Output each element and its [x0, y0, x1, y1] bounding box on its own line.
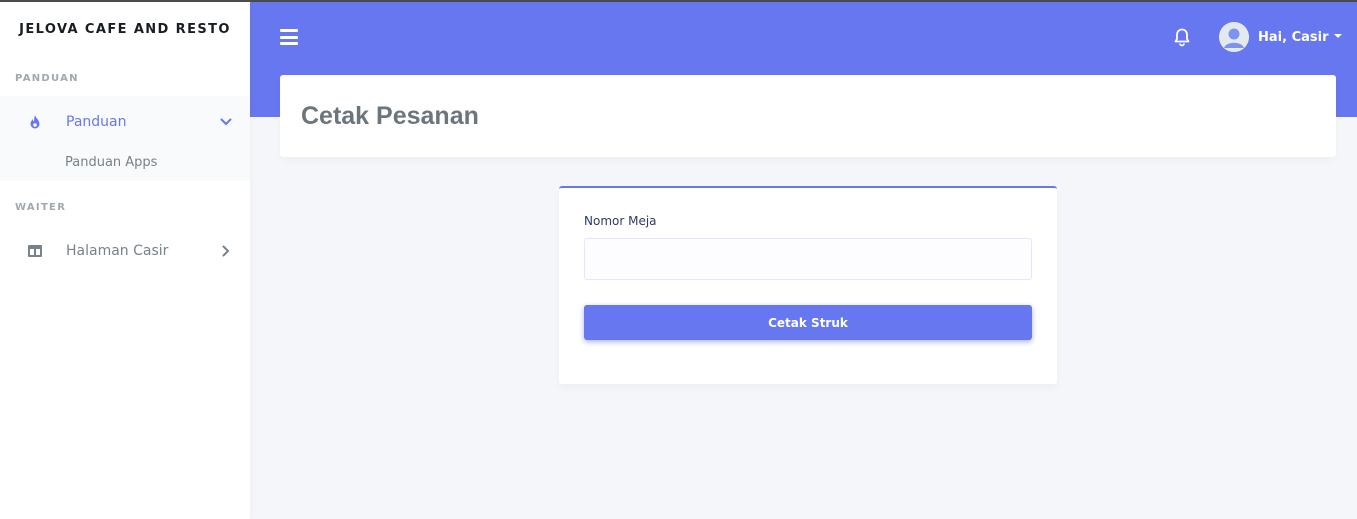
table-number-label: Nomor Meja [584, 214, 657, 228]
print-order-card: Nomor Meja Cetak Struk [559, 186, 1057, 384]
columns-icon [27, 243, 43, 259]
user-dropdown[interactable]: Hai, Casir [1219, 22, 1342, 52]
chevron-down-icon [219, 115, 233, 129]
print-receipt-button[interactable]: Cetak Struk [584, 305, 1032, 340]
sidebar-subitem-panduan-apps[interactable]: Panduan Apps [65, 155, 157, 170]
fire-icon [27, 114, 43, 130]
section-header: Cetak Pesanan [280, 75, 1336, 157]
sidebar: JELOVA CAFE AND RESTO PANDUAN Panduan Pa… [0, 0, 250, 519]
brand-title[interactable]: JELOVA CAFE AND RESTO [0, 22, 250, 37]
table-number-input[interactable] [584, 238, 1032, 280]
bell-icon[interactable] [1172, 27, 1192, 47]
sidebar-item-label: Panduan [66, 114, 127, 130]
menu-header-waiter: WAITER [15, 202, 67, 213]
sidebar-item-halaman-casir[interactable]: Halaman Casir [0, 229, 250, 273]
sidebar-item-label: Halaman Casir [66, 243, 169, 259]
caret-down-icon [1333, 34, 1342, 38]
menu-header-panduan: PANDUAN [15, 73, 79, 84]
avatar [1219, 22, 1249, 52]
page-title: Cetak Pesanan [301, 101, 479, 130]
chevron-right-icon [219, 244, 233, 258]
menu-toggle-icon[interactable] [280, 29, 298, 45]
user-greeting: Hai, Casir [1258, 29, 1329, 45]
sidebar-item-panduan[interactable]: Panduan [0, 100, 250, 144]
window-top-border [0, 0, 1357, 2]
menu-group-panduan: Panduan Panduan Apps [0, 96, 250, 181]
